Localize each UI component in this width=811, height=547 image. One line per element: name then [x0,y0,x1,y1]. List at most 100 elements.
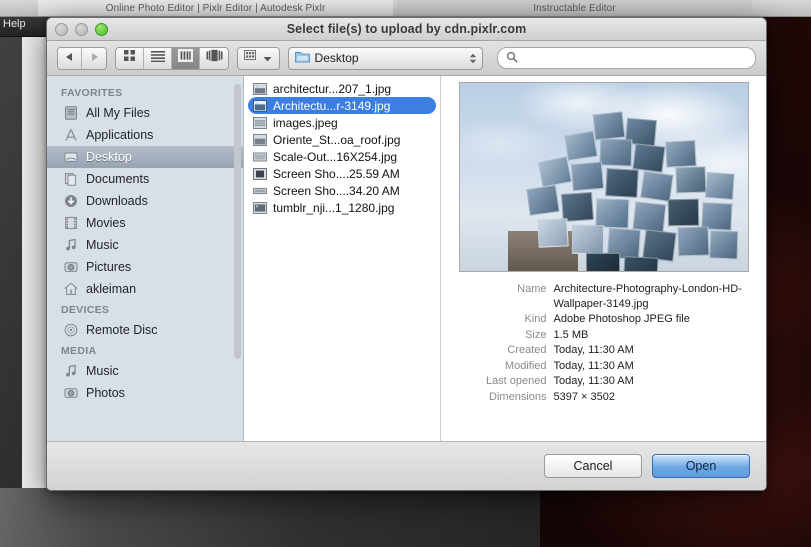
forward-arrow-icon [90,49,99,67]
sidebar-section-media-header: MEDIA [61,345,97,357]
browser-tab-pixlr[interactable]: Online Photo Editor | Pixlr Editor | Aut… [38,0,393,16]
sidebar-item-akleiman[interactable]: akleiman [47,278,243,300]
sidebar-item-media-music[interactable]: Music [47,360,243,382]
metadata-value: Today, 11:30 AM [553,375,634,387]
pictures-folder-icon [63,259,79,275]
list-item[interactable]: architectur...207_1.jpg [248,80,436,97]
applications-icon [63,127,79,143]
metadata-value: Today, 11:30 AM [553,344,634,356]
minimize-button[interactable] [75,23,88,36]
list-item[interactable]: Architectu...r-3149.jpg [248,97,436,114]
file-name: Oriente_St...oa_roof.jpg [273,132,401,147]
list-item[interactable]: Screen Sho....25.59 AM [248,165,436,182]
sidebar-scrollbar[interactable] [234,84,241,359]
path-dropdown-label: Desktop [314,51,359,65]
dialog-footer: Cancel Open [47,441,766,490]
jpeg-file-icon [253,151,267,163]
path-dropdown[interactable]: Desktop [287,46,483,70]
screen: Help Online Photo Editor | Pixlr Editor … [0,0,811,547]
coverflow-view-button[interactable] [200,47,228,69]
chevron-down-icon [263,49,272,67]
menu-item-help[interactable]: Help [3,18,26,30]
jpeg-file-icon [253,133,267,146]
sidebar-item-label: Remote Disc [86,323,158,337]
file-list-column: architectur...207_1.jpg Architectu...r-3… [244,76,441,441]
preview-image [458,82,749,272]
metadata-value: 5397 × 3502 [553,390,615,403]
dialog-title-bar[interactable]: Select file(s) to upload by cdn.pixlr.co… [47,18,766,41]
stepper-arrows-icon [469,53,477,64]
browser-tab-bar: Online Photo Editor | Pixlr Editor | Aut… [0,0,811,17]
sidebar-item-downloads[interactable]: Downloads [47,190,243,212]
png-file-icon [253,185,267,197]
window-controls [55,23,108,36]
list-item[interactable]: Scale-Out...16X254.jpg [248,148,436,165]
metadata-value: 1.5 MB [553,328,589,341]
list-item[interactable]: Oriente_St...oa_roof.jpg [248,131,436,148]
coverflow-view-icon [206,49,223,67]
movies-folder-icon [63,215,79,231]
list-view-button[interactable] [143,47,173,69]
sidebar: FAVORITES All My Files Applications Desk… [47,76,244,441]
sidebar-item-desktop[interactable]: Desktop [47,146,243,168]
view-mode-buttons [114,46,229,70]
sidebar-item-movies[interactable]: Movies [47,212,243,234]
file-name: images.jpeg [273,115,338,130]
home-folder-icon [63,281,79,297]
back-button[interactable] [58,47,83,69]
sidebar-item-remote-disc[interactable]: Remote Disc [47,319,243,341]
list-item[interactable]: Screen Sho....34.20 AM [248,182,436,199]
sidebar-item-applications[interactable]: Applications [47,124,243,146]
jpeg-file-icon [253,116,267,129]
music-folder-icon [63,237,79,253]
metadata-value: Today, 11:30 AM [553,359,634,372]
metadata-value: Adobe Photoshop JPEG file [553,313,690,325]
search-icon [506,51,518,66]
metadata-label: Created [507,344,547,356]
sidebar-item-documents[interactable]: Documents [47,168,243,190]
sidebar-item-label: Downloads [86,194,148,208]
arrange-button[interactable] [237,47,279,69]
browser-tab-instructable[interactable]: Instructable Editor [397,0,752,16]
documents-folder-icon [63,171,79,187]
sidebar-item-label: Applications [86,128,154,142]
metadata-label: Name [517,283,547,295]
file-name: Architectu...r-3149.jpg [273,98,391,113]
cancel-button[interactable]: Cancel [544,454,642,478]
sidebar-item-media-photos[interactable]: Photos [47,382,243,404]
list-view-icon [150,49,165,67]
list-item[interactable]: images.jpeg [248,114,436,131]
column-view-icon [178,49,194,67]
downloads-folder-icon [63,193,79,209]
sidebar-item-label: All My Files [86,106,150,120]
open-button[interactable]: Open [652,454,750,478]
jpeg-file-icon [253,82,267,95]
icon-view-button[interactable] [115,47,144,69]
metadata-row-modified: Modified Today, 11:30 AM [459,359,749,374]
search-field[interactable] [496,47,756,69]
file-name: Screen Sho....25.59 AM [273,166,400,181]
dialog-toolbar: Desktop [47,41,766,76]
sidebar-item-music[interactable]: Music [47,234,243,256]
list-item[interactable]: tumblr_nji...1_1280.jpg [248,199,436,216]
sidebar-item-pictures[interactable]: Pictures [47,256,243,278]
all-my-files-icon [63,105,79,121]
metadata-label: Dimensions [489,390,547,403]
desktop-folder-icon [63,149,79,165]
metadata-label: Last opened [485,375,547,387]
zoom-button[interactable] [95,23,108,36]
background-browser-sidebar [0,36,22,488]
sidebar-item-label: Documents [86,172,150,186]
sidebar-item-all-my-files[interactable]: All My Files [47,102,243,124]
jpeg-file-icon [253,201,267,214]
forward-button[interactable] [82,47,106,69]
sidebar-item-label: akleiman [86,282,137,296]
file-metadata: Name Architecture-Photography-London-HD-… [459,282,749,405]
sidebar-section-favorites-header: FAVORITES [61,87,123,99]
column-view-button[interactable] [172,47,201,69]
preview-pane: Name Architecture-Photography-London-HD-… [441,76,766,441]
close-button[interactable] [55,23,68,36]
back-arrow-icon [65,49,74,67]
png-file-icon [253,167,267,180]
metadata-row-dimensions: Dimensions 5397 × 3502 [459,390,749,405]
